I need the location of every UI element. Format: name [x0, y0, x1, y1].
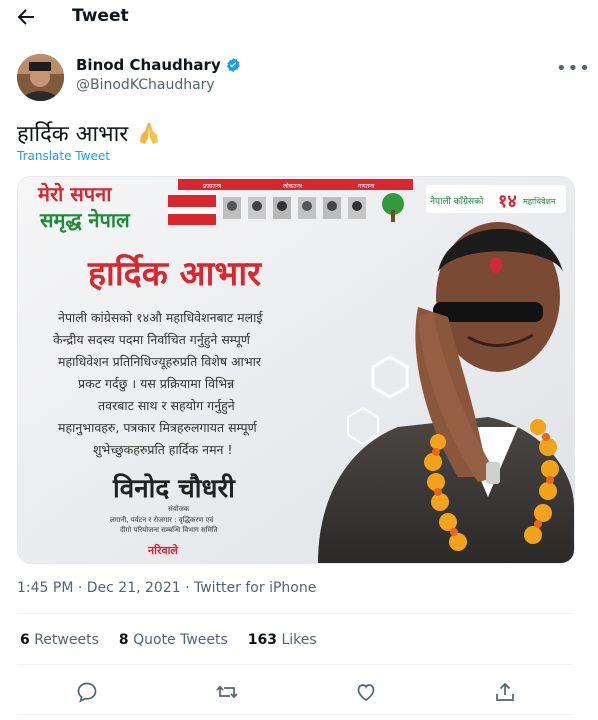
author-handle[interactable]: @BinodKChaudhary — [76, 77, 215, 93]
right-label: नेपाली काँग्रेसको — [430, 195, 484, 207]
author-name[interactable]: Binod Chaudhary — [76, 56, 221, 74]
tweet-timestamp[interactable]: 1:45 PM · Dec 21, 2021 · Twitter for iPh… — [17, 580, 316, 596]
poster-headline: हार्दिक आभार — [87, 253, 262, 294]
signature-sub1: लगानी, पर्यटन र रोजगार : वृद्धिकरण एवं — [110, 515, 213, 524]
retweets-count: 6 — [20, 632, 30, 648]
top-bar: Tweet — [0, 0, 598, 32]
right-number: १४ — [498, 191, 517, 212]
footer-logo: नरिवाले — [147, 543, 178, 557]
verified-badge-icon — [226, 58, 240, 72]
slogan-line2: समृद्ध नेपाल — [39, 208, 131, 233]
avatar[interactable] — [17, 54, 64, 101]
body-line-2: केन्द्रीय सदस्य पदमा निर्वाचित गर्नुहुने… — [53, 332, 251, 348]
reply-icon[interactable] — [75, 680, 99, 704]
more-icon[interactable]: ••• — [556, 58, 591, 79]
body-line-7: शुभेच्छुकहरुप्रति हार्दिक नमन ! — [93, 442, 232, 458]
quotes-label: Quote Tweets — [133, 632, 228, 648]
quotes-count: 8 — [118, 632, 129, 648]
top-banner-2: लोकतन्त्र — [283, 182, 303, 190]
top-banner-1: प्रजातन्त्र — [203, 183, 222, 190]
like-icon[interactable] — [354, 680, 378, 704]
signature-sub2: दीगो परियोजना सम्बन्धि विभाग समिति — [120, 525, 219, 534]
retweets-label: Retweets — [34, 632, 99, 648]
author-name-row[interactable]: Binod Chaudhary — [76, 56, 241, 74]
retweet-icon[interactable] — [215, 680, 239, 704]
likes-count: 163 — [247, 632, 278, 648]
avatar-image — [17, 54, 64, 101]
signature-name: विनोद चौधरी — [112, 473, 236, 504]
translate-tweet-link[interactable]: Translate Tweet — [17, 149, 110, 163]
divider — [17, 613, 573, 614]
body-line-6: महानुभावहरु, पत्रकार मित्रहरुलगायत सम्पू… — [58, 420, 258, 436]
divider — [17, 714, 573, 715]
folded-hands-icon — [140, 123, 159, 144]
share-icon[interactable] — [493, 680, 517, 704]
body-line-5: तवरबाट साथ र सहयोग गर्नुहुने — [98, 398, 236, 414]
slogan-line1: मेरो सपना — [37, 182, 112, 206]
body-line-4: प्रकट गर्दछु । यस प्रक्रियामा विभिन्न — [78, 376, 235, 392]
back-arrow-icon[interactable] — [14, 5, 38, 29]
body-line-3: महाधिवेशन प्रतिनिधिज्यूहरुप्रति विशेष आभ… — [58, 354, 262, 370]
quotes-stat[interactable]: 8 Quote Tweets — [119, 632, 228, 648]
right-label2: महाधिवेशन — [523, 196, 556, 206]
tweet-text-row: हार्दिक आभार — [17, 118, 162, 148]
top-banner-3: गणतन्त्र — [358, 183, 375, 190]
tweet-image[interactable]: मेरो सपना समृद्ध नेपाल प्रजातन्त्र लोकतन… — [17, 176, 575, 564]
body-line-1: नेपाली कांग्रेसको १४औ महाधिवेशनबाट मलाई — [58, 310, 264, 325]
tweet-stats: 6 Retweets 8 Quote Tweets 163 Likes — [20, 632, 317, 648]
likes-stat[interactable]: 163 Likes — [248, 632, 317, 648]
signature-title: संयोजक — [168, 504, 190, 513]
retweets-stat[interactable]: 6 Retweets — [20, 632, 99, 648]
likes-label: Likes — [281, 632, 317, 648]
action-bar — [0, 678, 598, 706]
page-title: Tweet — [72, 6, 129, 26]
divider — [17, 664, 573, 665]
tweet-text: हार्दिक आभार — [17, 122, 129, 147]
poster: मेरो सपना समृद्ध नेपाल प्रजातन्त्र लोकतन… — [18, 177, 574, 563]
